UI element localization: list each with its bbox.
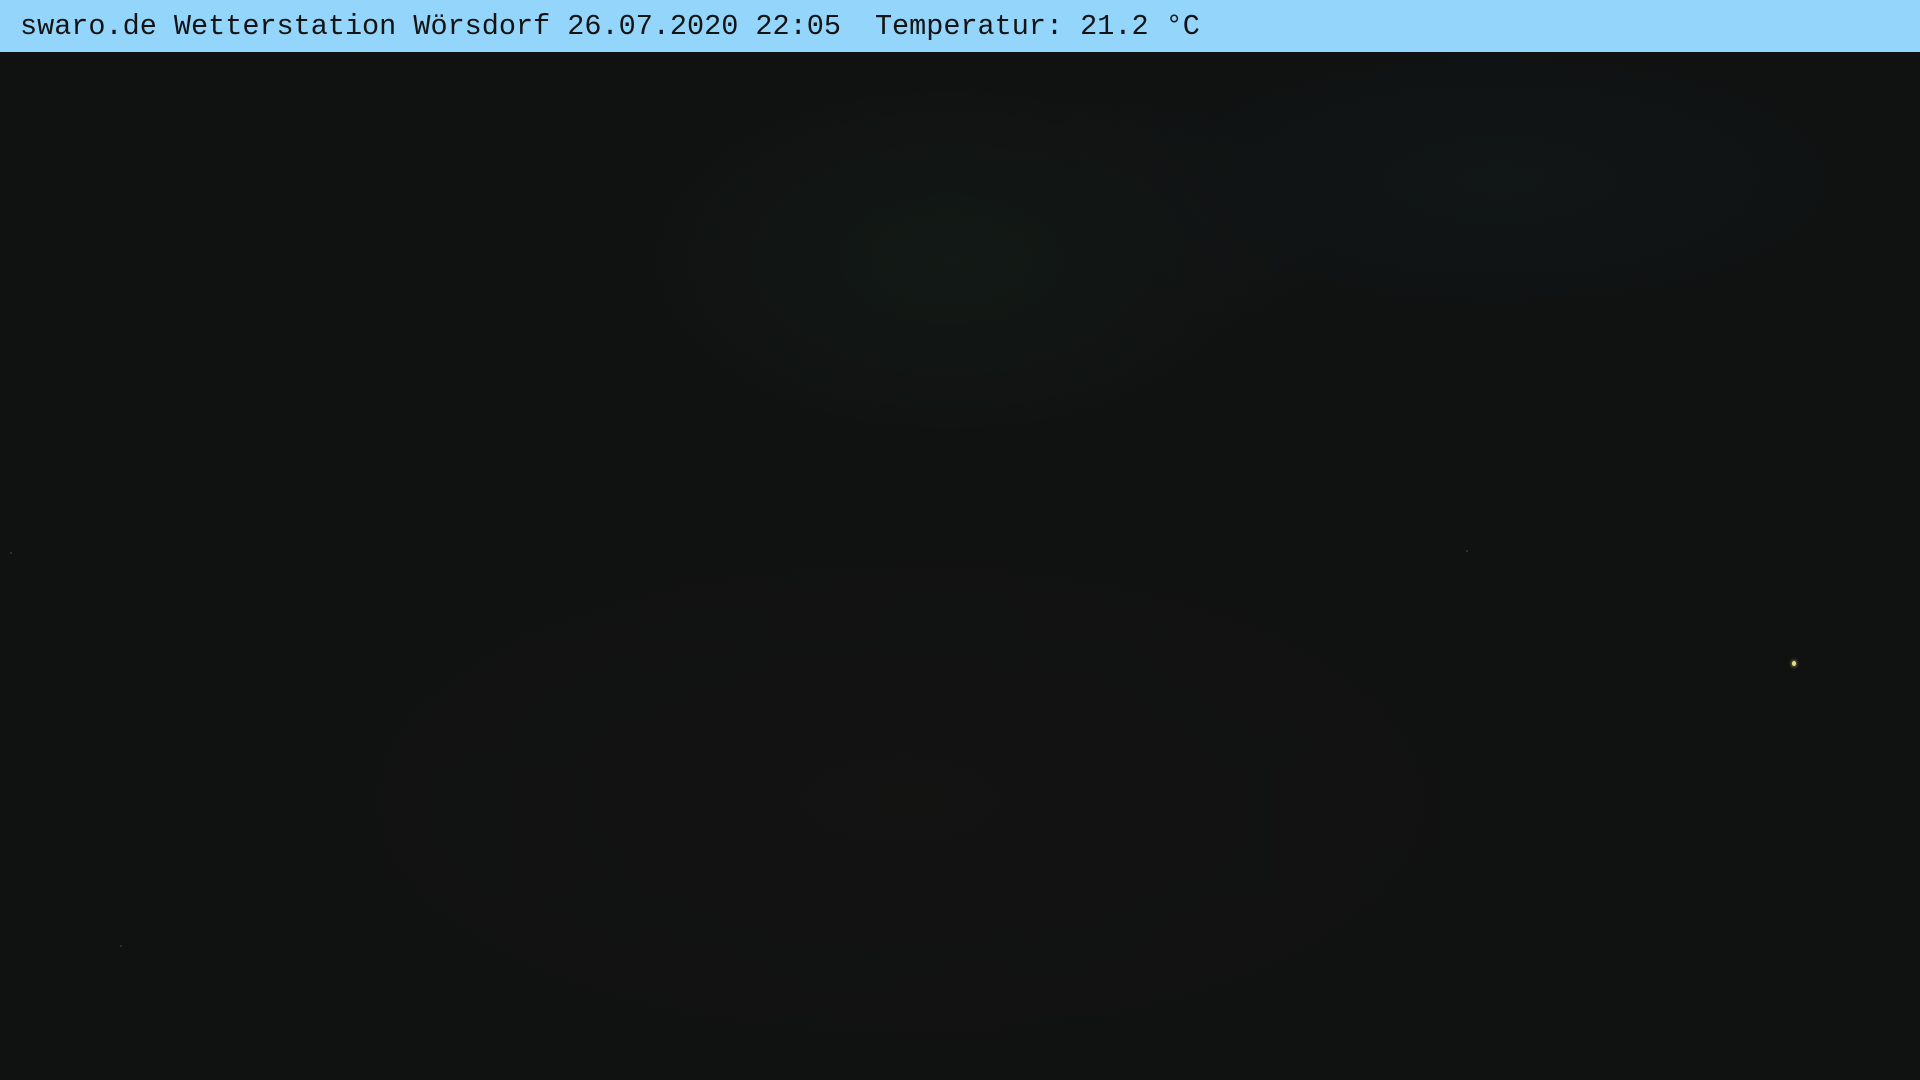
- station-timestamp-text: swaro.de Wetterstation Wörsdorf 26.07.20…: [20, 9, 841, 43]
- night-scene: [0, 52, 1920, 1080]
- faint-speck: [1466, 550, 1468, 552]
- distant-light: [1792, 661, 1796, 666]
- webcam-info-overlay: swaro.de Wetterstation Wörsdorf 26.07.20…: [0, 0, 1920, 52]
- webcam-frame: swaro.de Wetterstation Wörsdorf 26.07.20…: [0, 0, 1920, 1080]
- faint-speck: [10, 552, 12, 554]
- faint-speck: [120, 945, 122, 947]
- temperature-text: Temperatur: 21.2 °C: [874, 9, 1200, 43]
